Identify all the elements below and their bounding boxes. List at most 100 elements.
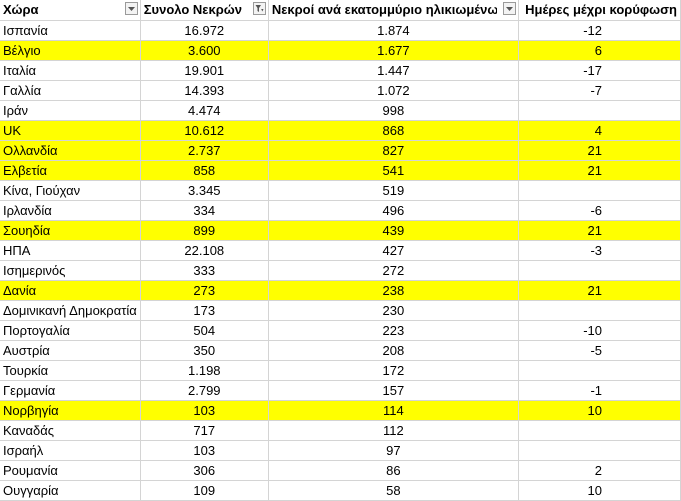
country-cell[interactable]: Δανία <box>0 280 141 301</box>
country-cell[interactable]: Ισραήλ <box>0 440 141 461</box>
days-to-peak-cell[interactable]: -5 <box>518 340 681 361</box>
per-million-cell[interactable]: 272 <box>268 260 519 281</box>
per-million-cell[interactable]: 1.677 <box>268 40 519 61</box>
per-million-cell[interactable]: 541 <box>268 160 519 181</box>
country-cell[interactable]: Νορβηγία <box>0 400 141 421</box>
country-cell[interactable]: Βέλγιο <box>0 40 141 61</box>
per-million-cell[interactable]: 97 <box>268 440 519 461</box>
total-deaths-cell[interactable]: 334 <box>140 200 269 221</box>
per-million-cell[interactable]: 827 <box>268 140 519 161</box>
days-to-peak-cell[interactable] <box>518 360 681 381</box>
total-deaths-cell[interactable]: 333 <box>140 260 269 281</box>
per-million-cell[interactable]: 1.447 <box>268 60 519 81</box>
country-cell[interactable]: Ιρλανδία <box>0 200 141 221</box>
per-million-cell[interactable]: 868 <box>268 120 519 141</box>
total-deaths-cell[interactable]: 19.901 <box>140 60 269 81</box>
country-cell[interactable]: Ισημερινός <box>0 260 141 281</box>
days-to-peak-cell[interactable] <box>518 440 681 461</box>
total-deaths-cell[interactable]: 858 <box>140 160 269 181</box>
days-to-peak-cell[interactable] <box>518 300 681 321</box>
days-to-peak-cell[interactable]: -1 <box>518 380 681 401</box>
days-to-peak-cell[interactable]: -17 <box>518 60 681 81</box>
header-cell-total-deaths[interactable]: Συνολο Νεκρών <box>140 0 269 21</box>
per-million-cell[interactable]: 172 <box>268 360 519 381</box>
country-cell[interactable]: Ιταλία <box>0 60 141 81</box>
total-deaths-cell[interactable]: 10.612 <box>140 120 269 141</box>
total-deaths-cell[interactable]: 173 <box>140 300 269 321</box>
days-to-peak-cell[interactable]: 21 <box>518 160 681 181</box>
country-cell[interactable]: Καναδάς <box>0 420 141 441</box>
per-million-cell[interactable]: 230 <box>268 300 519 321</box>
country-cell[interactable]: Ιράν <box>0 100 141 121</box>
days-to-peak-cell[interactable]: 6 <box>518 40 681 61</box>
total-deaths-cell[interactable]: 899 <box>140 220 269 241</box>
days-to-peak-cell[interactable]: 4 <box>518 120 681 141</box>
total-deaths-cell[interactable]: 717 <box>140 420 269 441</box>
total-deaths-cell[interactable]: 306 <box>140 460 269 481</box>
total-deaths-cell[interactable]: 16.972 <box>140 20 269 41</box>
total-deaths-cell[interactable]: 2.737 <box>140 140 269 161</box>
total-deaths-cell[interactable]: 103 <box>140 400 269 421</box>
days-to-peak-cell[interactable]: 21 <box>518 280 681 301</box>
days-to-peak-cell[interactable]: 10 <box>518 400 681 421</box>
per-million-cell[interactable]: 1.072 <box>268 80 519 101</box>
total-deaths-cell[interactable]: 4.474 <box>140 100 269 121</box>
total-deaths-cell[interactable]: 2.799 <box>140 380 269 401</box>
per-million-cell[interactable]: 998 <box>268 100 519 121</box>
per-million-cell[interactable]: 223 <box>268 320 519 341</box>
country-cell[interactable]: Αυστρία <box>0 340 141 361</box>
days-to-peak-cell[interactable]: -10 <box>518 320 681 341</box>
per-million-cell[interactable]: 427 <box>268 240 519 261</box>
total-deaths-cell[interactable]: 350 <box>140 340 269 361</box>
per-million-cell[interactable]: 58 <box>268 480 519 501</box>
total-deaths-cell[interactable]: 273 <box>140 280 269 301</box>
days-to-peak-cell[interactable]: -6 <box>518 200 681 221</box>
filter-dropdown-icon[interactable] <box>124 2 138 15</box>
filter-dropdown-icon[interactable] <box>502 2 516 15</box>
per-million-cell[interactable]: 1.874 <box>268 20 519 41</box>
days-to-peak-cell[interactable] <box>518 180 681 201</box>
total-deaths-cell[interactable]: 3.600 <box>140 40 269 61</box>
country-cell[interactable]: UK <box>0 120 141 141</box>
days-to-peak-cell[interactable] <box>518 420 681 441</box>
country-cell[interactable]: ΗΠΑ <box>0 240 141 261</box>
per-million-cell[interactable]: 86 <box>268 460 519 481</box>
filter-active-icon[interactable] <box>252 2 266 15</box>
days-to-peak-cell[interactable]: -3 <box>518 240 681 261</box>
per-million-cell[interactable]: 157 <box>268 380 519 401</box>
country-cell[interactable]: Ισπανία <box>0 20 141 41</box>
country-cell[interactable]: Πορτογαλία <box>0 320 141 341</box>
days-to-peak-cell[interactable]: 21 <box>518 140 681 161</box>
country-cell[interactable]: Ουγγαρία <box>0 480 141 501</box>
total-deaths-cell[interactable]: 103 <box>140 440 269 461</box>
per-million-cell[interactable]: 519 <box>268 180 519 201</box>
country-cell[interactable]: Τουρκία <box>0 360 141 381</box>
country-cell[interactable]: Ρουμανία <box>0 460 141 481</box>
days-to-peak-cell[interactable] <box>518 100 681 121</box>
per-million-cell[interactable]: 114 <box>268 400 519 421</box>
per-million-cell[interactable]: 439 <box>268 220 519 241</box>
country-cell[interactable]: Γαλλία <box>0 80 141 101</box>
per-million-cell[interactable]: 112 <box>268 420 519 441</box>
country-cell[interactable]: Κίνα, Γιούχαν <box>0 180 141 201</box>
days-to-peak-cell[interactable] <box>518 260 681 281</box>
total-deaths-cell[interactable]: 14.393 <box>140 80 269 101</box>
country-cell[interactable]: Σουηδία <box>0 220 141 241</box>
per-million-cell[interactable]: 238 <box>268 280 519 301</box>
total-deaths-cell[interactable]: 109 <box>140 480 269 501</box>
country-cell[interactable]: Γερμανία <box>0 380 141 401</box>
total-deaths-cell[interactable]: 3.345 <box>140 180 269 201</box>
days-to-peak-cell[interactable]: 21 <box>518 220 681 241</box>
days-to-peak-cell[interactable]: 10 <box>518 480 681 501</box>
per-million-cell[interactable]: 496 <box>268 200 519 221</box>
header-cell-country[interactable]: Χώρα <box>0 0 141 21</box>
country-cell[interactable]: Δομινικανή Δημοκρατία <box>0 300 141 321</box>
country-cell[interactable]: Ελβετία <box>0 160 141 181</box>
per-million-cell[interactable]: 208 <box>268 340 519 361</box>
days-to-peak-cell[interactable]: -12 <box>518 20 681 41</box>
header-cell-per-million[interactable]: Νεκροί ανά εκατομμύριο ηλικιωμένων <box>268 0 519 21</box>
country-cell[interactable]: Ολλανδία <box>0 140 141 161</box>
total-deaths-cell[interactable]: 1.198 <box>140 360 269 381</box>
days-to-peak-cell[interactable]: 2 <box>518 460 681 481</box>
total-deaths-cell[interactable]: 504 <box>140 320 269 341</box>
